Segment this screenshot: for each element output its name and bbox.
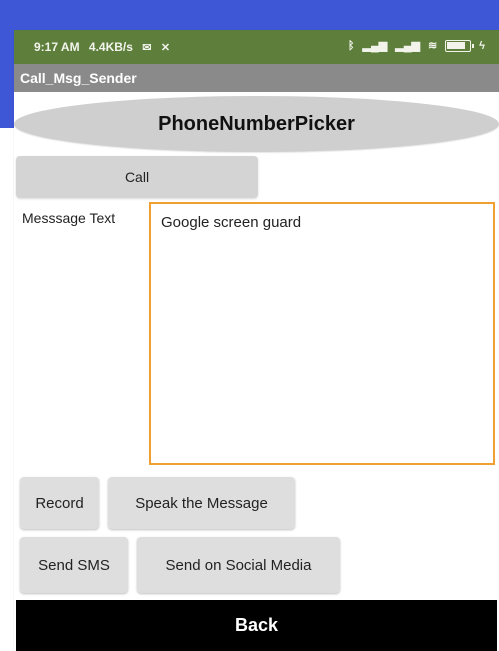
call-button[interactable]: Call [16, 156, 258, 198]
wifi-icon: ≋ [427, 40, 438, 52]
phone-number-picker-button[interactable]: PhoneNumberPicker [14, 96, 499, 152]
send-social-media-button[interactable]: Send on Social Media [137, 537, 340, 593]
app-title-bar: Call_Msg_Sender [14, 64, 499, 92]
battery-icon [445, 40, 475, 52]
status-left: 9:17 AM 4.4KB/s ✉ ✕ [34, 40, 176, 55]
mail-icon: ✉ [142, 42, 152, 54]
signal-icon: ▂▄▆ [362, 40, 388, 52]
message-text-label: Messsage Text [22, 210, 116, 226]
speak-message-button[interactable]: Speak the Message [108, 477, 295, 529]
battery-level [447, 42, 466, 49]
status-right: ᛒ ▂▄▆ ▂▄▆ ≋ ϟ [348, 39, 485, 53]
phone-screen: 9:17 AM 4.4KB/s ✉ ✕ ᛒ ▂▄▆ ▂▄▆ ≋ ϟ Call_M… [14, 30, 499, 651]
status-speed: 4.4KB/s [88, 40, 133, 54]
close-icon: ✕ [160, 42, 171, 54]
record-button[interactable]: Record [20, 477, 99, 529]
status-time: 9:17 AM [34, 40, 80, 54]
send-sms-button[interactable]: Send SMS [20, 537, 128, 593]
back-button[interactable]: Back [16, 600, 497, 651]
charging-icon: ϟ [479, 40, 485, 52]
signal-icon-2: ▂▄▆ [395, 40, 420, 52]
bluetooth-icon: ᛒ [347, 40, 355, 52]
app-title: Call_Msg_Sender [20, 70, 137, 86]
status-bar: 9:17 AM 4.4KB/s ✉ ✕ ᛒ ▂▄▆ ▂▄▆ ≋ ϟ [14, 30, 499, 64]
message-text-input[interactable]: Google screen guard [149, 202, 495, 465]
